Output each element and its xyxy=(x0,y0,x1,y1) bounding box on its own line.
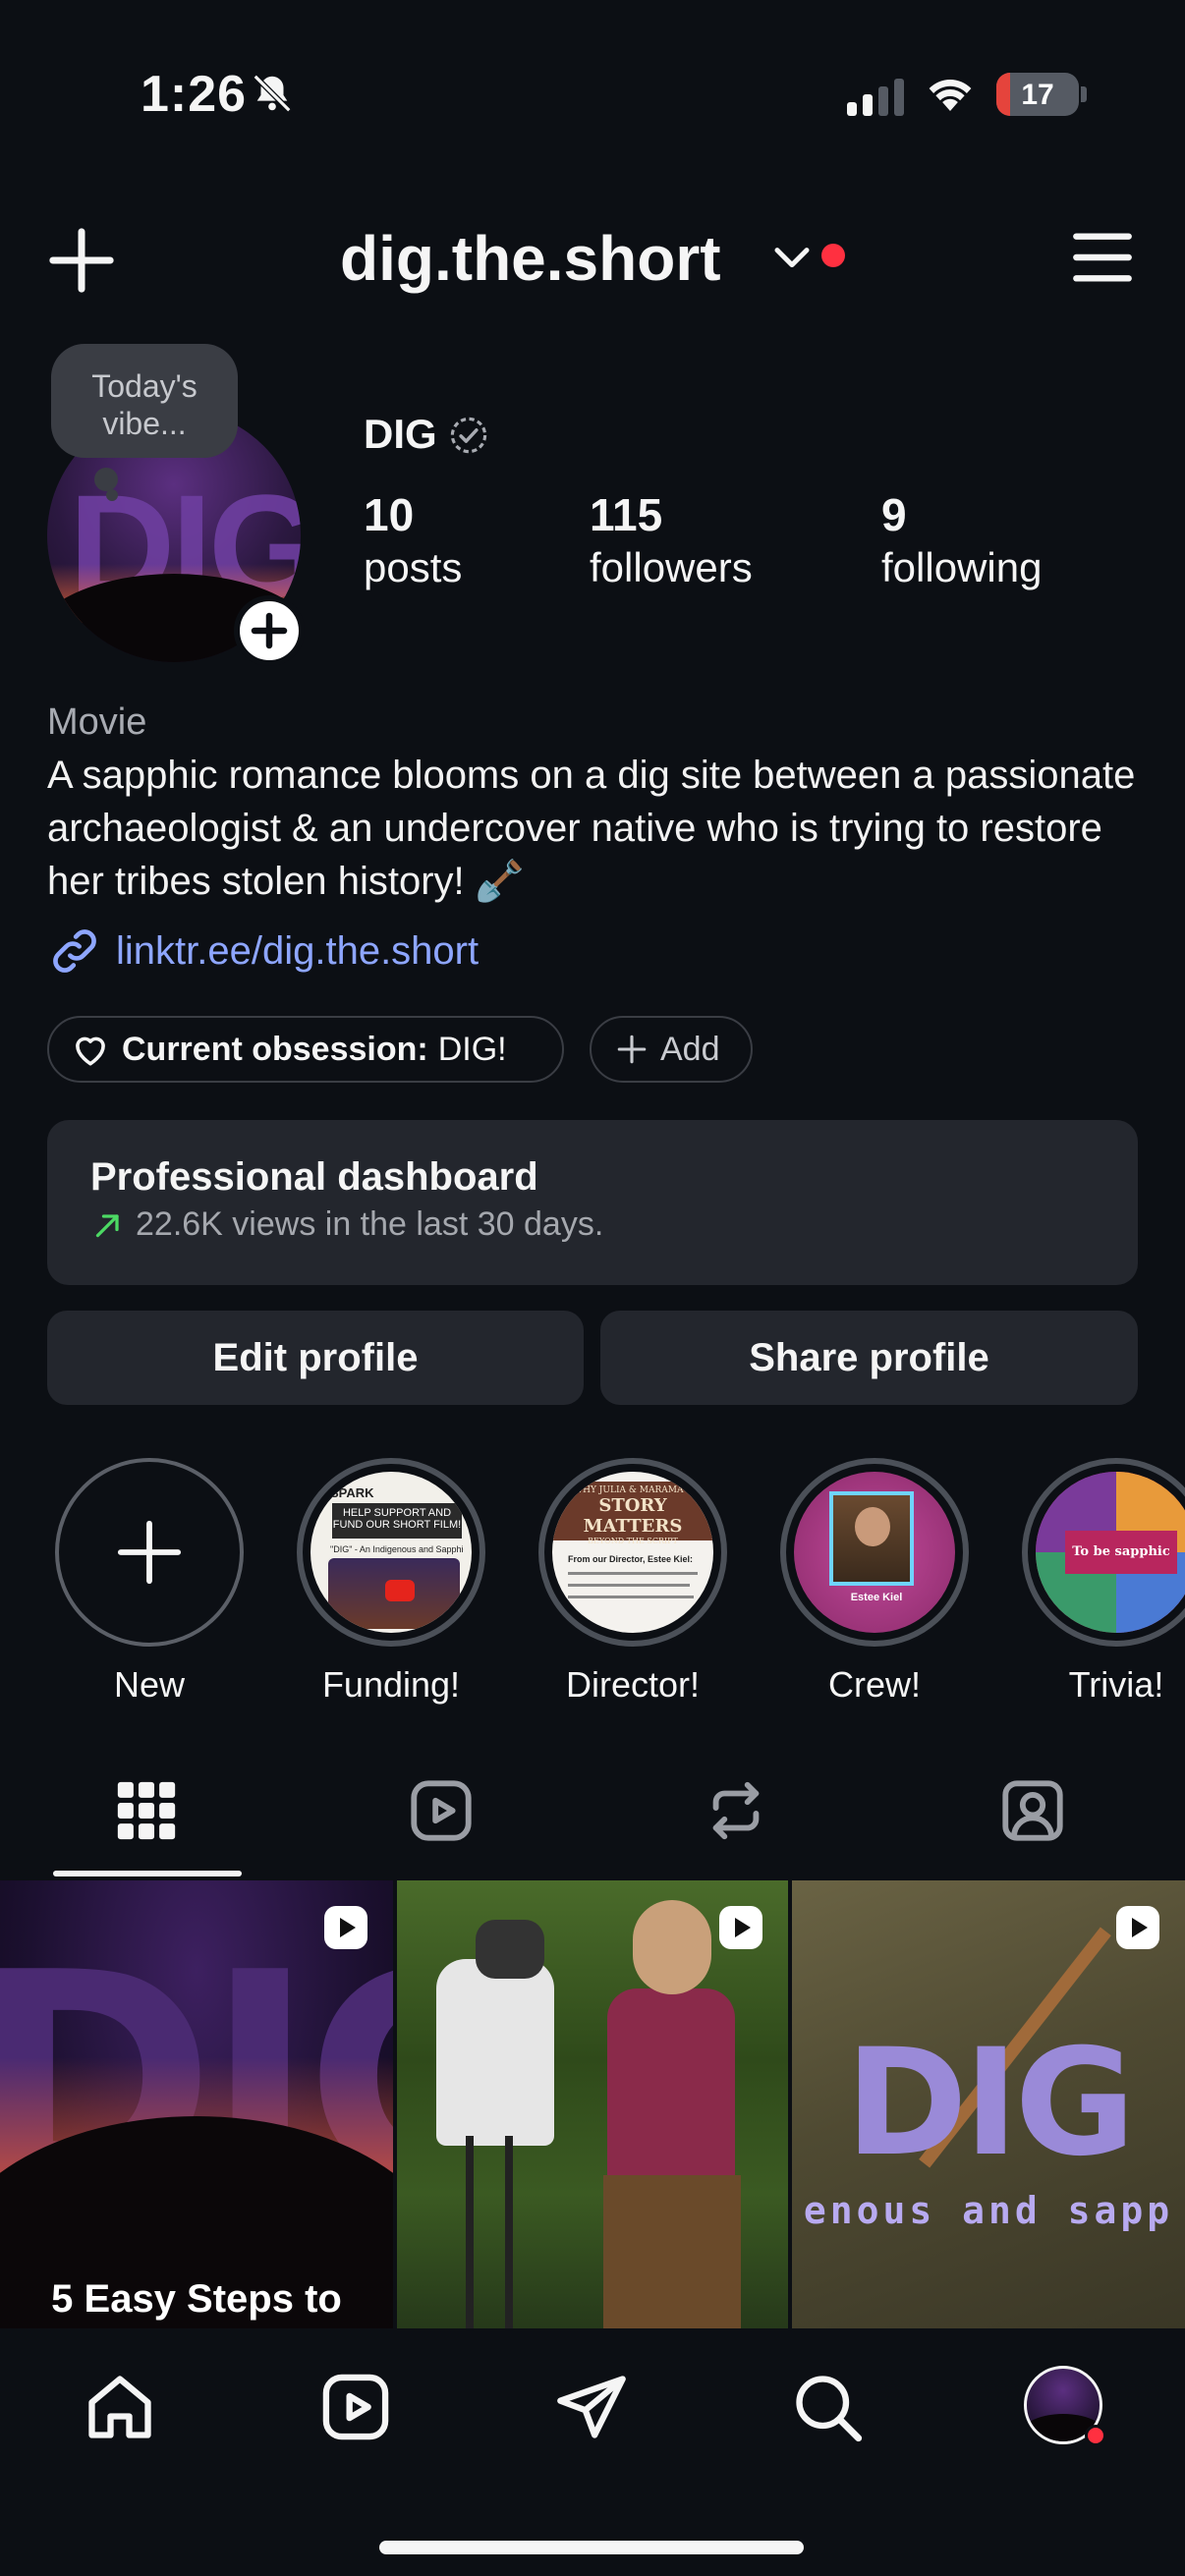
link-icon xyxy=(53,929,96,973)
highlight-crew[interactable]: Estee Kiel Crew! xyxy=(780,1458,969,1706)
add-story-button[interactable] xyxy=(234,595,305,666)
grid-post-caption: enous and sapp xyxy=(803,2189,1174,2232)
battery-tip xyxy=(1081,86,1087,102)
highlight-label: Crew! xyxy=(827,1664,921,1705)
highlight-label: Funding! xyxy=(321,1664,461,1705)
home-icon[interactable] xyxy=(83,2370,157,2444)
stat-following-label: following xyxy=(881,544,1043,590)
highlight-new[interactable]: New xyxy=(55,1458,244,1706)
highlight-label: Director! xyxy=(565,1664,701,1705)
reposts-tab-icon[interactable] xyxy=(702,1776,770,1845)
menu-icon[interactable] xyxy=(1071,228,1134,287)
verified-outline-icon[interactable] xyxy=(448,415,489,456)
reel-icon xyxy=(719,1906,762,1949)
bottom-navigation xyxy=(0,2328,1185,2576)
create-post-button[interactable] xyxy=(47,226,116,295)
funding-line: "DIG" - An Indigenous and Sapphic xyxy=(330,1544,464,1554)
silent-bell-icon xyxy=(253,74,292,113)
stat-posts-count: 10 xyxy=(364,489,415,540)
grid-post[interactable]: DIG 5 Easy Steps to xyxy=(0,1880,393,2328)
direct-messages-icon[interactable] xyxy=(554,2370,629,2444)
profile-link-text[interactable]: linktr.ee/dig.the.short xyxy=(116,929,479,974)
battery-indicator: 17 xyxy=(996,73,1079,116)
stat-posts[interactable]: 10 posts xyxy=(364,487,462,593)
reel-icon xyxy=(324,1906,367,1949)
funding-spark-text: SPARK xyxy=(330,1485,374,1500)
stat-followers-label: followers xyxy=(590,544,753,590)
profile-category: Movie xyxy=(47,701,147,743)
tagged-tab-icon[interactable] xyxy=(998,1776,1067,1845)
reel-icon xyxy=(1116,1906,1159,1949)
stat-following-count: 9 xyxy=(881,489,907,540)
plus-icon xyxy=(617,1035,647,1064)
highlight-label: Trivia! xyxy=(1068,1664,1164,1705)
notification-dot xyxy=(821,244,845,267)
active-tab-indicator xyxy=(53,1871,242,1876)
search-icon[interactable] xyxy=(790,2370,865,2444)
add-pill-button[interactable]: Add xyxy=(590,1016,753,1083)
edit-profile-button[interactable]: Edit profile xyxy=(47,1311,584,1405)
obsession-value: DIG! xyxy=(437,1030,507,1068)
crew-name: Estee Kiel xyxy=(850,1592,903,1603)
profile-bio: A sapphic romance blooms on a dig site b… xyxy=(47,754,1136,903)
profile-link[interactable]: linktr.ee/dig.the.short xyxy=(47,924,479,979)
note-bubble[interactable]: Today's vibe... xyxy=(51,344,238,458)
plus-icon xyxy=(251,612,288,649)
highlight-trivia[interactable]: To be sapphic Trivia! xyxy=(1022,1458,1185,1706)
director-sub-text: BEYOND THE SCRIPT xyxy=(588,1537,678,1545)
display-name: DIG xyxy=(364,411,437,457)
profile-notification-dot xyxy=(1085,2425,1106,2446)
share-profile-button[interactable]: Share profile xyxy=(600,1311,1138,1405)
grid-post[interactable] xyxy=(397,1880,788,2328)
stat-followers[interactable]: 115 followers xyxy=(590,487,753,593)
current-obsession-pill[interactable]: Current obsession: DIG! xyxy=(47,1016,564,1083)
highlight-funding[interactable]: SPARK HELP SUPPORT AND FUND OUR SHORT FI… xyxy=(297,1458,485,1706)
chevron-down-icon[interactable] xyxy=(772,244,812,273)
add-pill-label: Add xyxy=(660,1030,720,1068)
trending-up-arrow-icon xyxy=(95,1213,119,1237)
reels-tab-icon[interactable] xyxy=(407,1776,476,1845)
grid-tab-icon[interactable] xyxy=(112,1776,181,1845)
dashboard-title: Professional dashboard xyxy=(90,1155,538,1199)
wifi-icon xyxy=(929,79,972,111)
status-time: 1:26 xyxy=(141,66,248,123)
director-top-text: WHY JULIA & MARAMA'S xyxy=(573,1485,693,1495)
director-title-text: STORY MATTERS xyxy=(583,1495,683,1537)
note-bubble-tail-small xyxy=(106,489,118,501)
note-bubble-tail xyxy=(94,468,118,491)
dashboard-subtitle: 22.6K views in the last 30 days. xyxy=(136,1205,604,1243)
reels-icon[interactable] xyxy=(318,2370,393,2444)
cellular-signal-icon xyxy=(847,77,904,116)
grid-post[interactable]: DIG enous and sapp xyxy=(792,1880,1185,2328)
professional-dashboard-card[interactable]: Professional dashboard 22.6K views in th… xyxy=(47,1120,1138,1285)
stat-posts-label: posts xyxy=(364,544,463,590)
account-username[interactable]: dig.the.short xyxy=(340,222,721,295)
stat-followers-count: 115 xyxy=(590,489,663,540)
funding-banner: HELP SUPPORT AND FUND OUR SHORT FILM! xyxy=(332,1503,462,1539)
trivia-title: To be sapphic xyxy=(1065,1531,1177,1574)
highlight-director[interactable]: WHY JULIA & MARAMA'S STORY MATTERS BEYON… xyxy=(538,1458,727,1706)
plus-icon xyxy=(117,1520,182,1585)
battery-percentage: 17 xyxy=(1021,79,1054,111)
heart-icon xyxy=(76,1036,105,1066)
obsession-label: Current obsession: xyxy=(122,1030,428,1068)
grid-post-caption: 5 Easy Steps to xyxy=(51,2277,342,2321)
home-indicator[interactable] xyxy=(379,2541,804,2554)
grid-post-title: DIG xyxy=(845,2018,1135,2189)
highlight-label: New xyxy=(113,1664,186,1705)
stat-following[interactable]: 9 following xyxy=(881,487,1042,593)
director-line: From our Director, Estee Kiel: xyxy=(568,1554,694,1564)
